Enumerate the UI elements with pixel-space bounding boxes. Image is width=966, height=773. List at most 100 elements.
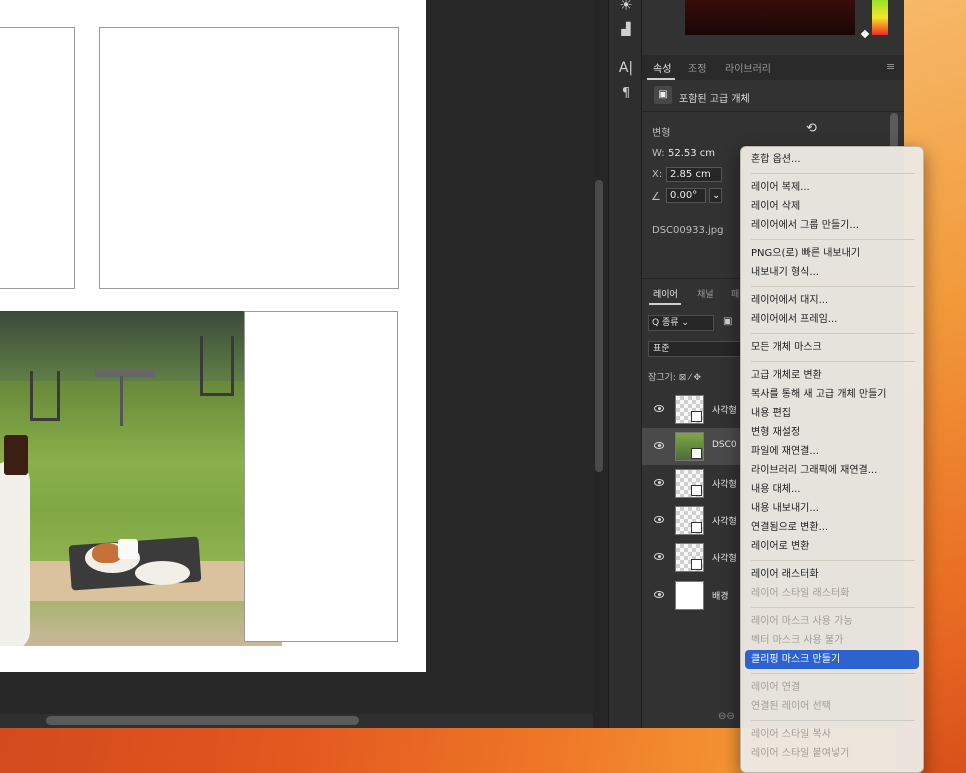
frame-placeholder-left[interactable]	[0, 27, 75, 289]
menu-item: 연결된 레이어 선택	[751, 701, 831, 712]
lock-row: 잠그기: ⊠ ⁄ ✥	[648, 370, 701, 383]
vertical-scrollbar-thumb[interactable]	[595, 180, 603, 472]
frame-placeholder-bottom-right[interactable]	[244, 311, 398, 642]
photo-table-leg	[120, 376, 123, 426]
lock-icons[interactable]: ⊠ ⁄ ✥	[679, 373, 701, 383]
menu-item[interactable]: 내용 편집	[745, 404, 919, 423]
layer-name: 사각형	[712, 406, 737, 416]
layer-row[interactable]: 사각형	[642, 391, 742, 428]
smart-object-icon: ▣	[654, 86, 672, 104]
photo-layer-dsc00933[interactable]	[0, 311, 282, 646]
menu-item[interactable]: 변형 재설정	[745, 423, 919, 442]
layer-row[interactable]: 사각형	[642, 502, 742, 539]
layer-thumbnail	[675, 506, 704, 535]
photo-chair	[30, 371, 60, 421]
menu-item: 레이어 스타일 래스터화	[751, 588, 850, 599]
menu-item[interactable]: 레이어로 변환	[745, 537, 919, 556]
transform-section-label: 변형	[652, 128, 671, 139]
menu-item[interactable]: 레이어에서 그룹 만들기...	[745, 216, 919, 235]
menu-item[interactable]: PNG으(로) 빠른 내보내기	[745, 244, 919, 263]
menu-item[interactable]: 고급 개체로 변환	[745, 366, 919, 385]
layer-name: 사각형	[712, 554, 737, 564]
tab-adjustments[interactable]: 조정	[688, 60, 706, 75]
artboard-page[interactable]	[0, 0, 426, 672]
link-layers-icon[interactable]: ⊖⊖	[718, 711, 735, 722]
histogram-icon[interactable]: ▟	[609, 22, 643, 36]
menu-item[interactable]: 레이어 삭제	[745, 197, 919, 216]
sun-icon[interactable]: ☀	[609, 0, 643, 14]
tab-layers[interactable]: 레이어	[653, 287, 678, 300]
visibility-eye-icon[interactable]	[654, 591, 664, 598]
tab-libraries[interactable]: 라이브러리	[725, 60, 771, 75]
menu-item[interactable]: 라이브러리 그래픽에 재연결...	[745, 461, 919, 480]
reset-transform-icon[interactable]: ⟲	[806, 121, 817, 136]
menu-item: 벡터 마스크 사용 불가	[751, 635, 844, 646]
photo-cup	[118, 539, 138, 559]
visibility-eye-icon[interactable]	[654, 553, 664, 560]
menu-item[interactable]: 파일에 재연결...	[745, 442, 919, 461]
paragraph-icon[interactable]: ¶	[609, 86, 643, 101]
menu-item: 레이어 연결	[751, 682, 801, 693]
smart-object-badge-icon	[691, 448, 702, 459]
photo-chair	[200, 336, 234, 396]
menu-item[interactable]: 레이어에서 프레임...	[745, 310, 919, 329]
image-filter-icon[interactable]: ▣	[723, 316, 732, 327]
panel-menu-icon[interactable]: ≡	[886, 60, 895, 73]
menu-item[interactable]: 클리핑 마스크 만들기	[745, 650, 919, 669]
layer-thumbnail	[675, 469, 704, 498]
menu-item: 레이어 마스크 사용 가능	[751, 616, 853, 627]
properties-tab-bar	[642, 55, 904, 80]
divider	[642, 111, 904, 112]
visibility-eye-icon[interactable]	[654, 479, 664, 486]
layer-row[interactable]: 사각형	[642, 465, 742, 502]
visibility-eye-icon[interactable]	[654, 405, 664, 412]
character-icon[interactable]: A|	[609, 60, 643, 76]
angle-field[interactable]: 0.00°	[666, 188, 706, 203]
hue-slider[interactable]	[872, 0, 888, 35]
menu-item[interactable]: 혼합 옵션...	[745, 150, 919, 169]
width-value[interactable]: 52.53 cm	[668, 148, 715, 159]
layer-name: 사각형	[712, 480, 737, 490]
visibility-eye-icon[interactable]	[654, 516, 664, 523]
menu-item[interactable]: 내용 대체...	[745, 480, 919, 499]
document-canvas[interactable]	[0, 0, 593, 714]
visibility-eye-icon[interactable]	[654, 442, 664, 449]
menu-item[interactable]: 내용 내보내기...	[745, 499, 919, 518]
horizontal-scrollbar-thumb[interactable]	[46, 716, 359, 725]
smart-object-badge-icon	[691, 559, 702, 570]
photo-arm	[0, 461, 30, 646]
panel-toolstrip: ☀ ▟ A| ¶	[608, 0, 642, 728]
layer-kind-filter[interactable]: Q 종류 ⌄	[648, 315, 714, 331]
menu-item[interactable]: 레이어 래스터화	[745, 565, 919, 584]
menu-item[interactable]: 모든 개체 마스크	[745, 338, 919, 357]
menu-separator	[751, 720, 915, 721]
blend-mode-select[interactable]: 표준	[648, 341, 743, 357]
menu-item[interactable]: 레이어에서 대지...	[745, 291, 919, 310]
object-type-label: 포함된 고급 개체	[679, 94, 750, 105]
smart-object-badge-icon	[691, 522, 702, 533]
linked-filename: DSC00933.jpg	[652, 225, 724, 236]
color-picker-field[interactable]	[685, 0, 855, 35]
layer-row[interactable]: 배경	[642, 577, 742, 614]
angle-dropdown[interactable]: ⌄	[709, 188, 722, 203]
menu-item[interactable]: 레이어 복제...	[745, 178, 919, 197]
menu-item[interactable]: 복사를 통해 새 고급 개체 만들기	[745, 385, 919, 404]
menu-separator	[751, 673, 915, 674]
tab-paths[interactable]: 패	[731, 287, 739, 300]
active-tab-indicator	[649, 303, 681, 305]
lock-label: 잠그기:	[648, 373, 676, 383]
active-tab-indicator	[647, 78, 675, 80]
menu-item[interactable]: 내보내기 형식...	[745, 263, 919, 282]
smart-object-badge-icon	[691, 485, 702, 496]
frame-placeholder-right[interactable]	[99, 27, 399, 289]
layer-row[interactable]: 사각형	[642, 539, 742, 576]
layer-name: 배경	[712, 592, 729, 602]
photo-glass	[4, 435, 28, 475]
layer-row-selected[interactable]: DSC0	[642, 428, 742, 465]
tab-channels[interactable]: 채널	[697, 287, 714, 300]
menu-item[interactable]: 연결됨으로 변환...	[745, 518, 919, 537]
menu-separator	[751, 286, 915, 287]
x-position-field[interactable]: 2.85 cm	[666, 167, 722, 182]
menu-item: 레이어 스타일 복사	[751, 729, 831, 740]
tab-properties[interactable]: 속성	[653, 60, 671, 75]
